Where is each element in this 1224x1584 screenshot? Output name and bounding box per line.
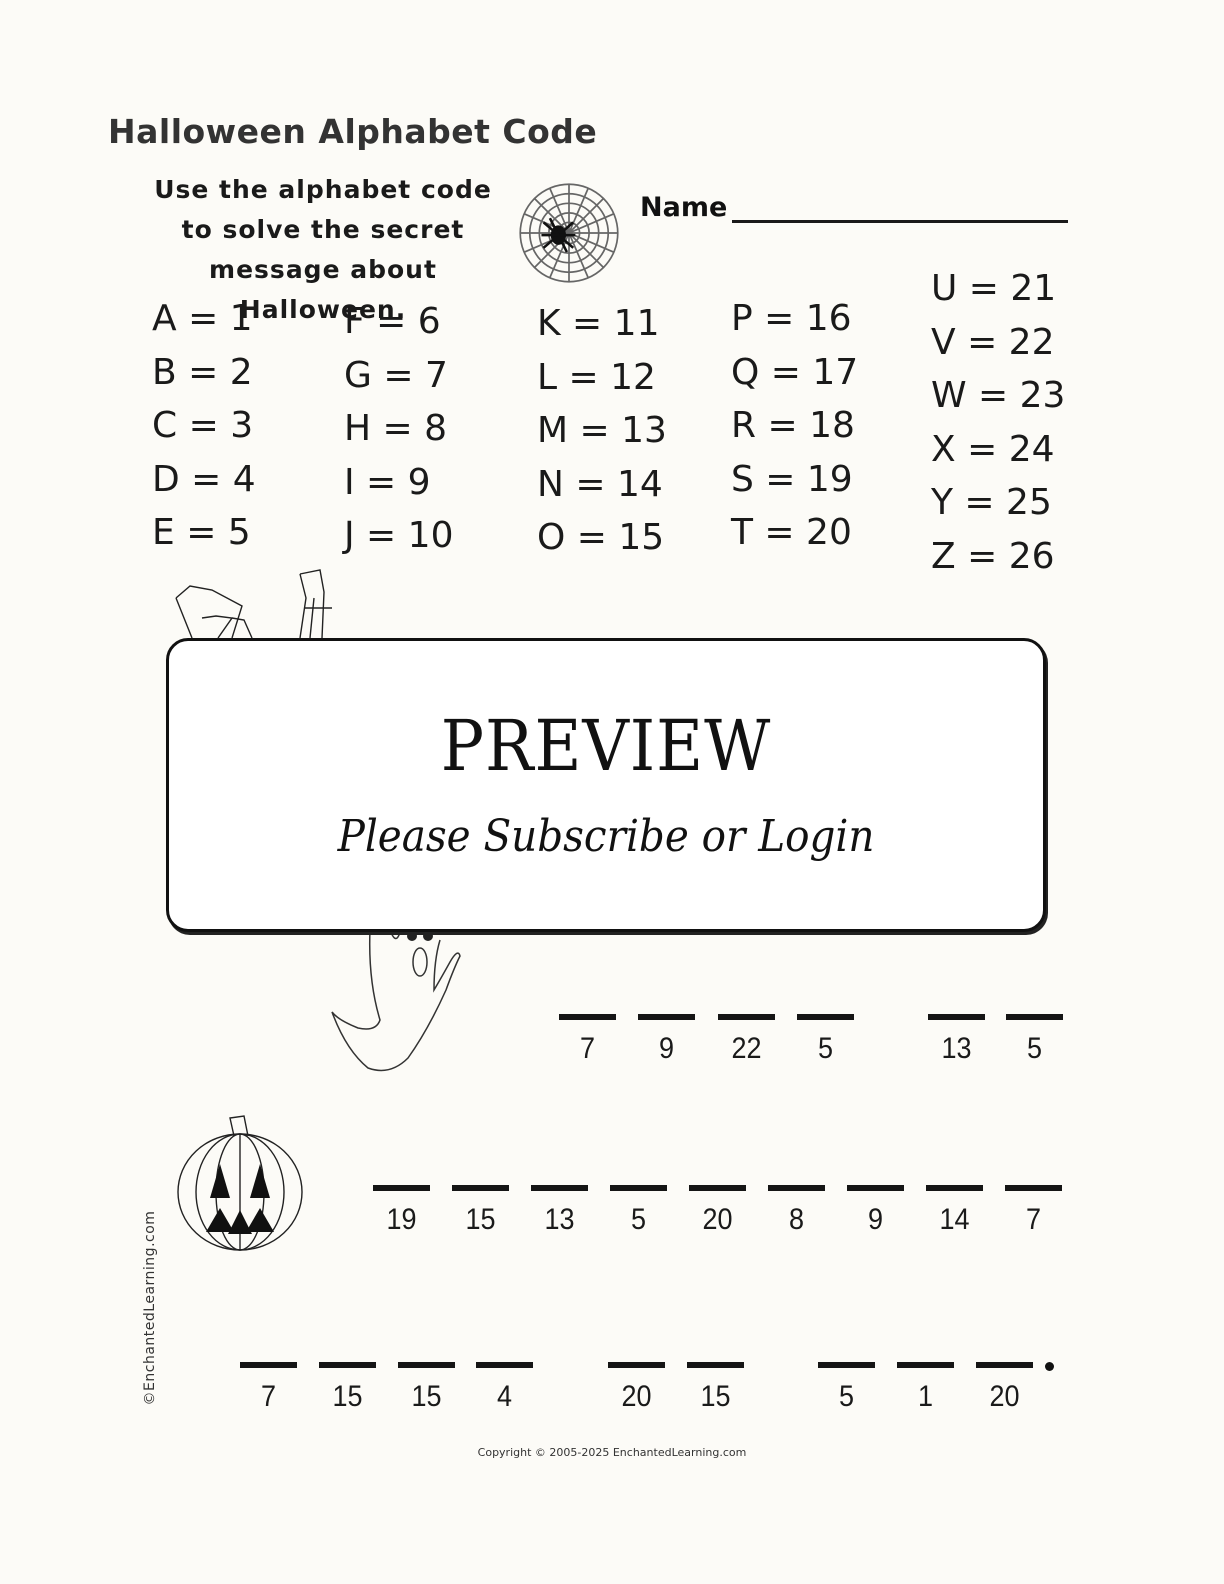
- preview-overlay[interactable]: PREVIEW Please Subscribe or Login: [166, 638, 1046, 932]
- code-entry: S = 19: [731, 458, 853, 500]
- letter-blank[interactable]: 15: [398, 1362, 455, 1414]
- letter-blank[interactable]: 8: [768, 1185, 825, 1237]
- letter-blank[interactable]: 15: [452, 1185, 509, 1237]
- code-entry: H = 8: [344, 408, 448, 449]
- code-entry: M = 13: [537, 410, 667, 451]
- code-column-4: P = 16 Q = 17 R = 18 S = 19 T = 20: [731, 292, 858, 560]
- code-entry: F = 6: [344, 301, 441, 342]
- code-entry: P = 16: [731, 298, 852, 339]
- code-entry: B = 2: [152, 351, 253, 393]
- letter-blank[interactable]: 13: [531, 1185, 588, 1237]
- code-entry: I = 9: [344, 461, 431, 503]
- letter-blank[interactable]: 14: [926, 1185, 983, 1237]
- letter-blank[interactable]: 20: [689, 1185, 746, 1237]
- letter-blank[interactable]: 7: [559, 1014, 616, 1066]
- letter-blank[interactable]: 13: [928, 1014, 985, 1066]
- code-entry: X = 24: [931, 428, 1055, 470]
- code-entry: N = 14: [537, 463, 663, 505]
- subscribe-login-link[interactable]: Please Subscribe or Login: [204, 811, 1008, 862]
- code-entry: L = 12: [537, 356, 656, 398]
- code-entry: W = 23: [931, 375, 1066, 416]
- code-entry: J = 10: [344, 515, 454, 556]
- sentence-period: [1045, 1362, 1054, 1371]
- puzzle-row-1: 7 9 22 5 13 5: [0, 1014, 1224, 1094]
- code-entry: Y = 25: [931, 482, 1052, 523]
- letter-blank[interactable]: 22: [718, 1014, 775, 1066]
- letter-blank[interactable]: 9: [638, 1014, 695, 1066]
- letter-blank[interactable]: 7: [240, 1362, 297, 1414]
- code-entry: A = 1: [152, 298, 253, 339]
- code-entry: R = 18: [731, 405, 855, 446]
- code-entry: D = 4: [152, 458, 256, 500]
- letter-blank[interactable]: 4: [476, 1362, 533, 1414]
- name-field-line[interactable]: [732, 220, 1068, 223]
- letter-blank[interactable]: 5: [818, 1362, 875, 1414]
- code-entry: Z = 26: [931, 535, 1055, 577]
- code-entry: O = 15: [537, 517, 665, 558]
- letter-blank[interactable]: 20: [608, 1362, 665, 1414]
- letter-blank[interactable]: 5: [610, 1185, 667, 1237]
- puzzle-row-3: 7 15 15 4 20 15 5 1 20: [0, 1362, 1224, 1442]
- letter-blank[interactable]: 5: [1006, 1014, 1063, 1066]
- letter-blank[interactable]: 15: [687, 1362, 744, 1414]
- code-entry: U = 21: [931, 268, 1057, 309]
- code-column-3: K = 11 L = 12 M = 13 N = 14 O = 15: [537, 297, 667, 565]
- name-label: Name: [640, 192, 728, 223]
- letter-blank[interactable]: 20: [976, 1362, 1033, 1414]
- code-entry: C = 3: [152, 405, 254, 446]
- bat-icon: [175, 569, 332, 639]
- code-entry: T = 20: [731, 512, 852, 553]
- side-credit: ©EnchantedLearning.com: [142, 1210, 158, 1406]
- copyright-footer: Copyright © 2005-2025 EnchantedLearning.…: [477, 1446, 747, 1459]
- letter-blank[interactable]: 19: [373, 1185, 430, 1237]
- code-entry: G = 7: [344, 354, 448, 396]
- code-entry: K = 11: [537, 303, 660, 344]
- spider-web-icon: [519, 183, 619, 283]
- code-column-1: A = 1 B = 2 C = 3 D = 4 E = 5: [152, 292, 256, 560]
- letter-blank[interactable]: 1: [897, 1362, 954, 1414]
- preview-title: PREVIEW: [440, 705, 772, 787]
- letter-blank[interactable]: 15: [319, 1362, 376, 1414]
- code-entry: Q = 17: [731, 351, 859, 393]
- letter-blank[interactable]: 9: [847, 1185, 904, 1237]
- code-entry: E = 5: [152, 512, 251, 553]
- code-column-5: U = 21 V = 22 W = 23 X = 24 Y = 25 Z = 2…: [931, 262, 1065, 583]
- letter-blank[interactable]: 7: [1005, 1185, 1062, 1237]
- letter-blank[interactable]: 5: [797, 1014, 854, 1066]
- code-column-2: F = 6 G = 7 H = 8 I = 9 J = 10: [344, 295, 453, 563]
- puzzle-row-2: 19 15 13 5 20 8 9 14 7: [0, 1185, 1224, 1265]
- page-title: Halloween Alphabet Code: [108, 112, 598, 151]
- code-entry: V = 22: [931, 321, 1055, 363]
